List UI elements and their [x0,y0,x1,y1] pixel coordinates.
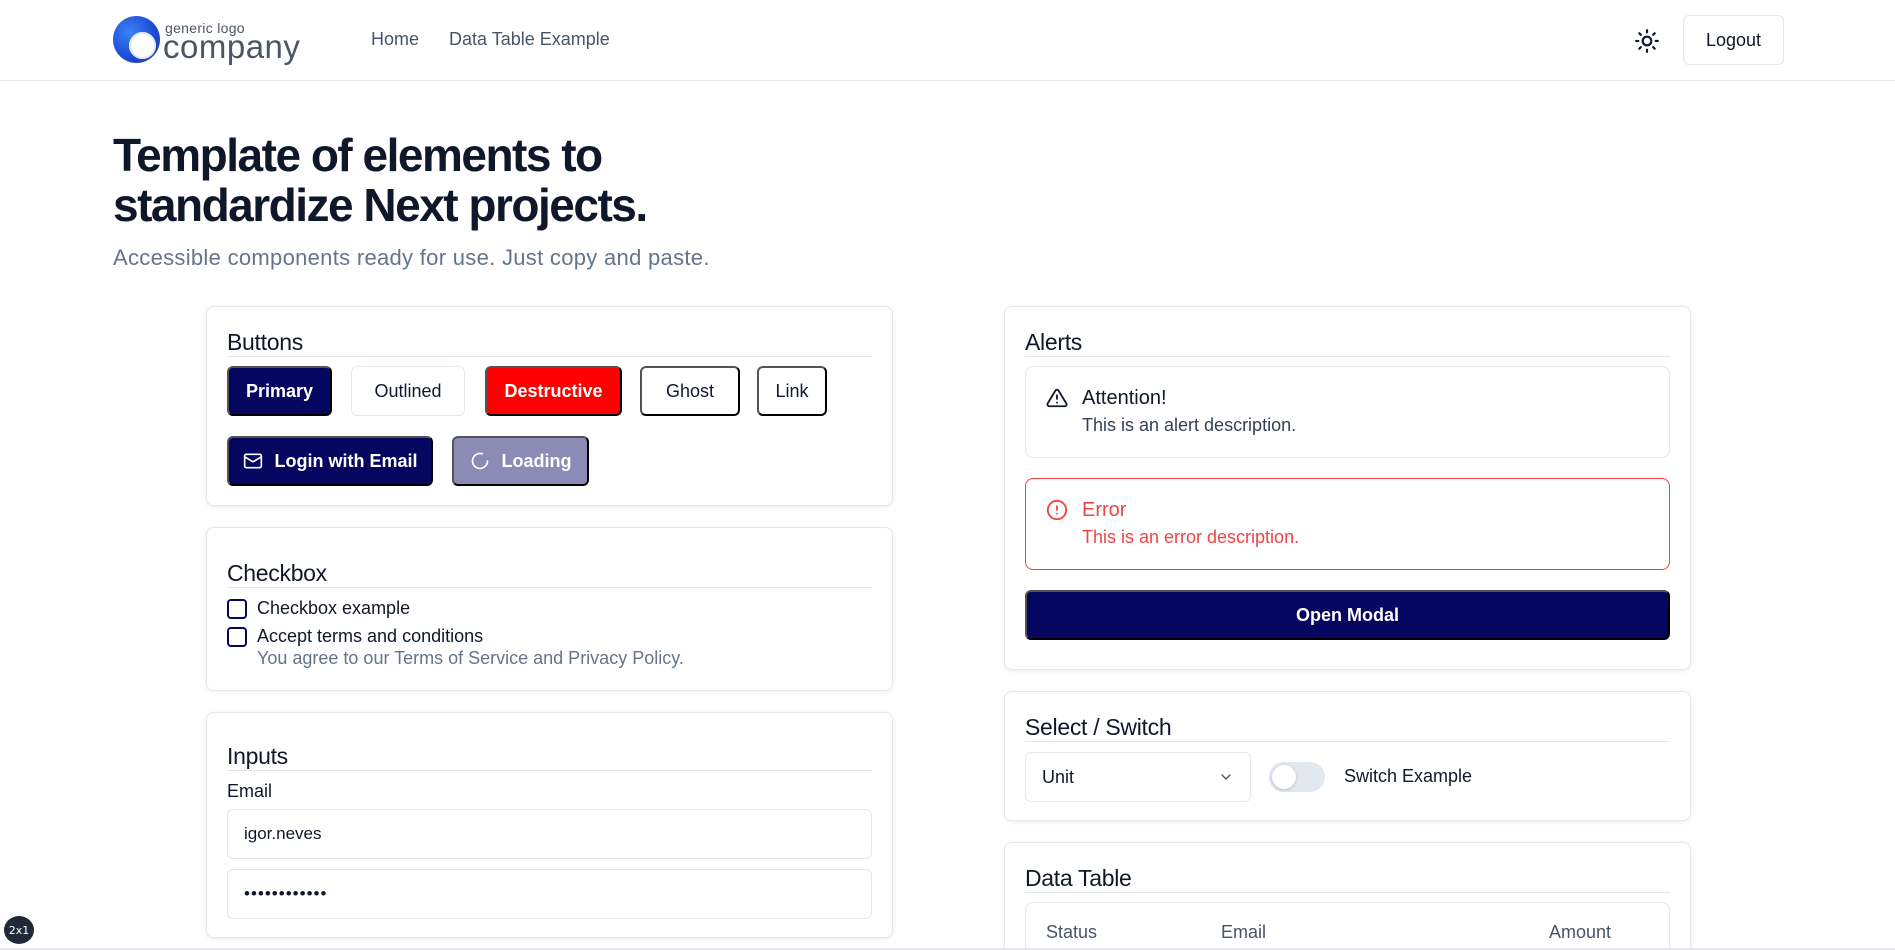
main-nav: Home Data Table Example [371,29,610,50]
checkbox-card: Checkbox Checkbox example Accept terms a… [206,527,893,691]
warning-triangle-icon [1046,388,1068,408]
data-table: Status Email Amount [1025,902,1670,950]
email-input[interactable]: igor.neves [227,809,872,859]
accept-terms-checkbox[interactable] [227,627,247,647]
select-switch-card: Select / Switch Unit Switch Example [1004,691,1691,821]
error-alert-description: This is an error description. [1082,527,1300,547]
select-switch-card-title: Select / Switch [1025,714,1172,740]
page-title-line-1: Template of elements to [113,129,603,181]
login-with-email-button[interactable]: Login with Email [227,436,433,486]
inputs-card-title: Inputs [227,743,288,769]
nav-home-link[interactable]: Home [371,29,419,50]
attention-alert-description: This is an alert description. [1082,415,1297,435]
divider [227,770,872,771]
alerts-card: Alerts Attention! This is an alert descr… [1004,306,1691,670]
divider [227,356,872,357]
logout-button[interactable]: Logout [1683,15,1784,65]
spinner-icon [471,452,488,470]
destructive-button[interactable]: Destructive [485,366,622,416]
logo-big-text: company [163,28,301,65]
attention-alert: Attention! This is an alert description. [1025,366,1670,458]
logo-mark [113,16,160,63]
loading-button[interactable]: Loading [452,436,589,486]
zoom-badge: 2x1 [4,916,34,944]
column-header-amount[interactable]: Amount [1549,922,1611,943]
chevron-down-icon [1221,774,1231,780]
inputs-card: Inputs Email igor.neves •••••••••••• [206,712,893,938]
ghost-button[interactable]: Ghost [640,366,740,416]
checkbox-example-row: Checkbox example [227,598,410,619]
page-title-line-2: standardize Next projects. [113,179,648,231]
login-with-email-label: Login with Email [274,450,418,471]
terms-description: You agree to our Terms of Service and Pr… [257,648,684,668]
error-circle-icon [1046,499,1068,521]
nav-data-table-link[interactable]: Data Table Example [449,29,610,50]
email-label: Email [227,781,273,801]
switch-label: Switch Example [1344,766,1473,786]
mail-icon [243,453,262,469]
loading-label: Loading [501,450,572,471]
top-navbar: generic logo company Home Data Table Exa… [0,0,1895,81]
divider [1025,741,1670,742]
unit-select[interactable]: Unit [1025,752,1251,802]
error-alert: Error This is an error description. [1025,478,1670,570]
divider [1025,892,1670,893]
page-subtitle: Accessible components ready for use. Jus… [113,245,710,270]
accept-terms-label[interactable]: Accept terms and conditions [257,626,483,647]
column-header-email[interactable]: Email [1221,922,1266,943]
column-header-status[interactable]: Status [1046,922,1097,943]
checkbox-example[interactable] [227,599,247,619]
switch-knob [1272,765,1296,789]
checkbox-card-title: Checkbox [227,560,327,586]
page-title: Template of elements to standardize Next… [113,130,813,230]
buttons-card-title: Buttons [227,329,303,355]
company-logo[interactable]: generic logo company [113,16,303,66]
divider [227,587,872,588]
password-input[interactable]: •••••••••••• [227,869,872,919]
open-modal-button[interactable]: Open Modal [1025,590,1670,640]
attention-alert-title: Attention! [1082,387,1167,409]
sun-icon [1635,29,1659,53]
accept-terms-row: Accept terms and conditions [227,626,483,647]
checkbox-example-label[interactable]: Checkbox example [257,598,410,619]
divider [1025,356,1670,357]
alerts-card-title: Alerts [1025,329,1082,355]
data-table-card: Data Table Status Email Amount [1004,842,1691,950]
select-value: Unit [1042,766,1075,787]
error-alert-title: Error [1082,499,1127,521]
buttons-card: Buttons Primary Outlined Destructive Gho… [206,306,893,506]
link-button[interactable]: Link [757,366,827,416]
theme-toggle-button[interactable] [1630,24,1664,58]
data-table-card-title: Data Table [1025,865,1132,891]
outlined-button[interactable]: Outlined [351,366,465,416]
primary-button[interactable]: Primary [227,366,332,416]
switch-toggle[interactable] [1269,762,1325,792]
